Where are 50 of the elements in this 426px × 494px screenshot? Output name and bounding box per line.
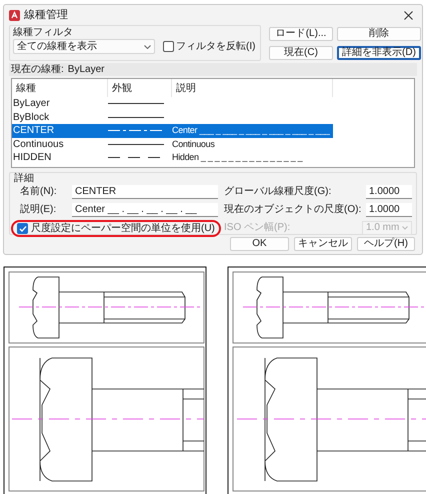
- field-label: ISO ペン幅(P):: [224, 221, 292, 235]
- field-label: 現在のオブジェクトの尺度(O):: [224, 202, 362, 217]
- text-field[interactable]: 1.0000: [366, 202, 412, 216]
- field-label: 説明(E):: [19, 202, 58, 217]
- linetype-preview: [108, 142, 164, 146]
- checkbox-label[interactable]: フィルタを反転(I): [176, 39, 256, 54]
- dialog-button[interactable]: ロード(L)...: [269, 27, 333, 41]
- chevron-down-icon: [402, 226, 408, 230]
- checkbox-label[interactable]: 尺度設定にペーパー空間の単位を使用(U): [31, 221, 215, 236]
- group-label: 詳細: [14, 173, 35, 184]
- dialog-button[interactable]: キャンセル: [294, 237, 352, 251]
- text-field[interactable]: 1.0000: [366, 184, 412, 198]
- column-header[interactable]: 外観: [108, 79, 172, 97]
- text-field[interactable]: CENTER: [72, 184, 218, 198]
- linetype-row[interactable]: HIDDEN Hidden _ _ _ _ _ _ _ _ _ _ _ _ _ _ _: [12, 151, 333, 164]
- column-header[interactable]: 線種: [12, 79, 108, 97]
- dialog-button[interactable]: 詳細を非表示(D): [337, 46, 421, 60]
- checkbox[interactable]: [163, 41, 174, 52]
- linetype-row[interactable]: ByLayer: [12, 97, 333, 110]
- linetype-name: Continuous: [12, 138, 65, 152]
- dialog-button[interactable]: ヘルプ(H): [357, 237, 415, 251]
- field-label: グローバル線種尺度(G):: [224, 184, 332, 199]
- filter-dropdown[interactable]: 全ての線種を表示: [13, 39, 155, 54]
- linetype-name: CENTER: [12, 124, 56, 138]
- linetype-description: Hidden _ _ _ _ _ _ _ _ _ _ _ _ _ _ _: [172, 151, 302, 164]
- dialog-button[interactable]: OK: [230, 237, 289, 251]
- window-title: 線種管理: [24, 8, 68, 23]
- linetype-preview: [108, 129, 164, 132]
- dialog-button[interactable]: 削除: [337, 27, 421, 41]
- column-header[interactable]: 説明: [172, 79, 333, 97]
- linetype-row[interactable]: ByBlock: [12, 110, 333, 124]
- linetype-row[interactable]: Continuous Continuous: [12, 138, 333, 151]
- field-label: 名前(N):: [19, 185, 58, 199]
- linetype-name: ByBlock: [12, 110, 50, 125]
- group-label: 線種フィルタ: [13, 27, 74, 39]
- close-icon[interactable]: [404, 10, 413, 20]
- app-logo-icon: [9, 10, 20, 20]
- linetype-description: Center ___ _ ___ _ ___ _ ___ _ ___ _ ___: [172, 124, 330, 137]
- dialog-button[interactable]: 現在(C): [269, 46, 333, 60]
- current-label: 現在の線種:: [11, 63, 64, 77]
- checkbox[interactable]: [17, 223, 28, 234]
- text-field[interactable]: Center __ . __ . __ . __ . __: [72, 202, 218, 216]
- linetype-description: Continuous: [172, 138, 215, 150]
- chevron-down-icon: [144, 44, 151, 48]
- linetype-name: HIDDEN: [12, 151, 52, 166]
- linetype-preview: [108, 116, 164, 119]
- current-value: ByLayer: [68, 63, 104, 77]
- linetype-name: ByLayer: [12, 97, 51, 112]
- linetype-row[interactable]: CENTER Center ___ _ ___ _ ___ _ ___ _ ___ _ ___: [12, 124, 333, 138]
- linetype-preview: [108, 102, 164, 106]
